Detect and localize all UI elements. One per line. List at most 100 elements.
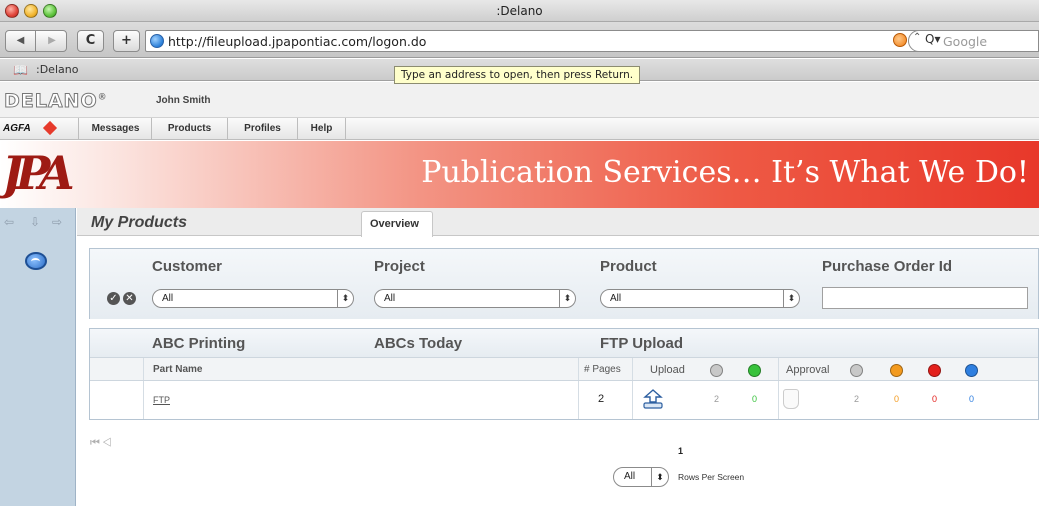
rail-forward-icon[interactable]: ⇨ [52,215,62,229]
menu-profiles[interactable]: Profiles [228,118,298,139]
select-arrows-icon: ⬍ [559,290,575,307]
user-name: John Smith [156,95,211,106]
app-header: DELANO® John Smith [0,82,1039,118]
banner-tagline: Publication Services… It’s What We Do! [421,155,1029,190]
refresh-icon[interactable] [25,252,47,270]
search-input[interactable] [943,33,1038,49]
approval-blue-count: 0 [969,394,975,404]
upload-status-gray-icon [710,364,723,377]
upload-header: Upload [650,364,685,376]
upload-status-green-icon [748,364,761,377]
result-product: FTP Upload [600,335,684,352]
jpa-logo: JPA [2,146,75,200]
search-menu-caret-icon[interactable]: ⌃ [913,32,921,43]
approval-gray-count: 2 [854,394,860,404]
clear-filter-icon[interactable]: ✕ [123,292,136,305]
bookmark-delano[interactable]: :Delano [36,63,78,76]
rows-per-screen-select[interactable]: All ⬍ [613,467,669,487]
approval-status-gray-icon [850,364,863,377]
col-divider [578,381,579,419]
rows-per-screen-label: Rows Per Screen [678,472,745,482]
col-divider [578,358,579,380]
menu-products[interactable]: Products [152,118,228,139]
bookmarks-book-icon[interactable]: 📖 [13,63,28,77]
col-divider [632,358,633,380]
window-titlebar: :Delano [0,0,1039,22]
rail-nav: ⇦ ⇩ ⇨ [0,208,76,236]
approval-hand-icon[interactable] [783,389,799,409]
pager-first-prev-icon[interactable]: ⏮◁ [90,437,114,450]
banner: JPA Publication Services… It’s What We D… [0,141,1039,208]
rows-per-screen-value: All [624,471,636,482]
delano-logo: DELANO® [4,90,108,113]
results-panel-head: ABC Printing ABCs Today FTP Upload [90,329,1038,357]
upload-green-count: 0 [752,394,758,404]
col-divider [778,381,779,419]
page-bar: My Products Overview [77,208,1039,237]
col-divider [143,381,144,419]
table-row: FTP 2 2 0 2 0 0 0 [90,381,1038,419]
select-arrows-icon: ⬍ [783,290,799,307]
main-content: My Products Overview Customer Project Pr… [77,208,1039,506]
results-header-row: Part Name # Pages Upload Approval [90,357,1038,381]
product-header: Product [600,258,657,275]
upload-icon[interactable] [641,388,665,410]
project-header: Project [374,258,425,275]
customer-select-value: All [162,293,174,304]
browser-toolbar: ◀ ▶ C + ⌃ Q▾ [0,22,1039,58]
add-bookmark-button[interactable]: + [113,30,140,52]
address-tooltip: Type an address to open, then press Retu… [394,66,641,84]
left-rail: ⇦ ⇩ ⇨ [0,208,76,506]
pages-value: 2 [598,393,605,405]
result-project: ABCs Today [374,335,463,352]
purchase-order-input[interactable] [822,287,1028,309]
customer-header: Customer [152,258,223,275]
results-panel: ABC Printing ABCs Today FTP Upload Part … [89,328,1039,420]
search-icon[interactable]: Q▾ [925,32,940,46]
customer-select[interactable]: All ⬍ [152,289,354,308]
pages-header: # Pages [584,364,621,375]
tab-overview[interactable]: Overview [361,211,433,237]
part-name-header: Part Name [153,364,203,375]
agfa-logo-text: AGFA [3,123,31,134]
select-arrows-icon: ⬍ [651,468,668,486]
col-divider [778,358,779,380]
approval-status-blue-icon [965,364,978,377]
back-forward-control: ◀ ▶ [5,30,67,52]
approval-orange-count: 0 [894,394,900,404]
project-select[interactable]: All ⬍ [374,289,576,308]
approval-status-red-icon [928,364,941,377]
approval-status-orange-icon [890,364,903,377]
result-customer: ABC Printing [152,335,246,352]
address-input[interactable] [168,33,768,49]
menu-help[interactable]: Help [298,118,346,139]
approval-header: Approval [786,364,830,376]
search-field[interactable]: ⌃ Q▾ [908,30,1039,52]
filter-panel-head: Customer Project Product Purchase Order … [90,249,1038,319]
registered-mark: ® [97,92,108,103]
upload-gray-count: 2 [714,394,720,404]
rail-down-icon[interactable]: ⇩ [30,215,40,229]
menu-messages[interactable]: Messages [80,118,152,139]
rail-back-icon[interactable]: ⇦ [4,215,14,229]
delano-logo-text: DELANO [4,90,98,113]
current-page-number: 1 [678,446,684,456]
part-name-link[interactable]: FTP [153,395,170,405]
window-title: :Delano [496,4,543,18]
col-divider [632,381,633,419]
forward-button[interactable]: ▶ [37,31,67,51]
agfa-diamond-icon [42,120,58,136]
product-select[interactable]: All ⬍ [600,289,800,308]
col-divider [143,358,144,380]
purchase-order-header: Purchase Order Id [822,258,953,275]
site-globe-icon [150,34,164,48]
snapback-icon[interactable] [893,33,907,47]
address-bar[interactable] [145,30,1003,52]
project-select-value: All [384,293,396,304]
filter-panel: Customer Project Product Purchase Order … [89,248,1039,319]
back-button[interactable]: ◀ [6,31,36,51]
reload-button[interactable]: C [77,30,104,52]
apply-filter-icon[interactable]: ✓ [107,292,120,305]
page-title: My Products [91,214,188,231]
menu-bar: AGFA Messages Products Profiles Help [0,118,1039,140]
